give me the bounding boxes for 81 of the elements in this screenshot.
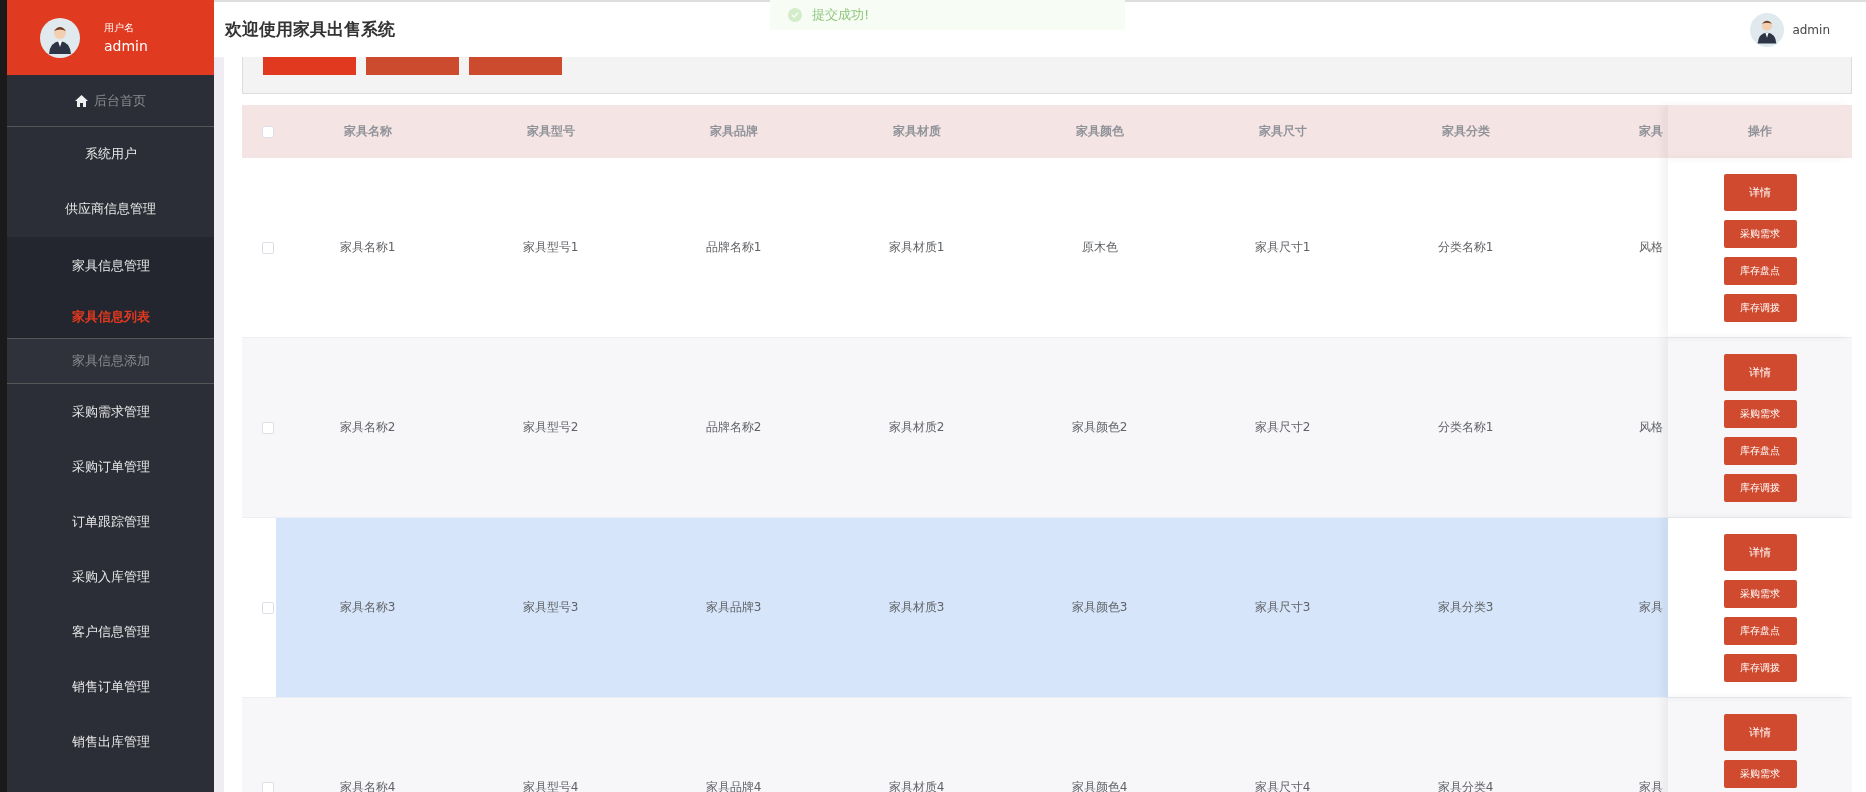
table-cell-text: 家具材质3 <box>887 599 946 616</box>
avatar-icon <box>40 17 80 58</box>
table-cell-text: 家具材质1 <box>887 239 946 256</box>
sidebar-item[interactable]: 订单跟踪管理 <box>7 494 214 549</box>
action-button[interactable]: 详情 <box>1723 534 1797 571</box>
table-cell-text: 家具颜色2 <box>1070 419 1129 436</box>
column-header: 家具颜色 <box>1074 123 1125 140</box>
table-cell-text: 家具材质2 <box>887 419 946 436</box>
column-header: 家具分类 <box>1440 123 1491 140</box>
row-checkbox[interactable] <box>262 241 274 254</box>
sidebar-item[interactable]: 采购订单管理 <box>7 439 214 494</box>
sidebar-item[interactable]: 供应商信息管理 <box>7 180 214 237</box>
toolbar-button[interactable] <box>263 57 356 75</box>
table-cell-text: 原木色 <box>1080 239 1119 256</box>
user-name[interactable]: admin <box>1792 22 1830 37</box>
column-header: 家具材质 <box>891 123 942 140</box>
table-cell-text: 家具名称2 <box>338 419 397 436</box>
column-header: 家具名称 <box>342 123 393 140</box>
table-cell-text: 品牌名称1 <box>704 239 763 256</box>
user-label: 用户名 <box>104 21 135 35</box>
toolbar-button[interactable] <box>366 57 459 75</box>
table-row[interactable]: 家具名称2 家具型号2 品牌名称2 家具材质2 家具颜色2 家具尺寸2 分类名称1 风格 详情 采购需求 库存盘点 库存调拨 <box>242 338 1852 518</box>
page-title: 欢迎使用家具出售系统 <box>225 18 395 41</box>
table-cell-text: 家具型号2 <box>521 419 580 436</box>
sidebar-item[interactable]: 销售出库管理 <box>7 714 214 769</box>
sidebar-item[interactable]: 家具信息管理 <box>7 237 214 295</box>
table-cell-text: 家具品牌3 <box>704 599 763 616</box>
table-cell-text: 风格 <box>1638 419 1664 436</box>
toast-message: 提交成功! <box>812 6 870 24</box>
success-icon <box>788 8 802 22</box>
table-cell-text: 品牌名称2 <box>704 419 763 436</box>
action-button[interactable]: 详情 <box>1723 714 1797 751</box>
action-button[interactable]: 库存盘点 <box>1723 437 1797 465</box>
table-cell-text: 家具分类3 <box>1436 599 1495 616</box>
action-button[interactable]: 采购需求 <box>1723 580 1797 608</box>
sidebar-item[interactable]: 客户信息管理 <box>7 604 214 659</box>
table-row[interactable]: 家具名称1 家具型号1 品牌名称1 家具材质1 原木色 家具尺寸1 分类名称1 风格 详情 采购需求 库存盘点 库存调拨 <box>242 158 1852 338</box>
column-header: 家具尺寸 <box>1257 123 1308 140</box>
sidebar-subitem[interactable]: 家具信息列表 <box>7 295 214 338</box>
action-button[interactable]: 详情 <box>1723 174 1797 211</box>
table-cell-text: 家具型号1 <box>521 239 580 256</box>
action-button[interactable]: 采购需求 <box>1723 220 1797 248</box>
sidebar-item[interactable]: 销售订单管理 <box>7 659 214 714</box>
sidebar-item[interactable]: 后台首页 <box>7 75 214 127</box>
column-header: 家具品牌 <box>708 123 759 140</box>
table-cell-text: 家具名称1 <box>338 239 397 256</box>
table-cell-text: 家具尺寸1 <box>1253 239 1312 256</box>
home-icon <box>75 94 88 107</box>
sidebar-item[interactable]: 系统用户 <box>7 127 214 180</box>
table-cell-text: 家具名称3 <box>338 599 397 616</box>
column-header: 家具型号 <box>525 123 576 140</box>
table-cell-text: 家具 <box>1638 599 1664 616</box>
sidebar-item[interactable]: 采购需求管理 <box>7 384 214 439</box>
column-header: 家具 <box>1638 123 1664 140</box>
row-checkbox[interactable] <box>262 601 274 614</box>
action-button[interactable]: 采购需求 <box>1723 400 1797 428</box>
action-button[interactable]: 库存盘点 <box>1723 617 1797 645</box>
table-cell-text: 家具尺寸2 <box>1253 419 1312 436</box>
table-cell-text: 家具颜色3 <box>1070 599 1129 616</box>
action-button[interactable]: 库存调拨 <box>1723 474 1797 502</box>
action-button[interactable]: 详情 <box>1723 354 1797 391</box>
sidebar-item-label: 后台首页 <box>94 91 146 110</box>
table-cell-text: 分类名称1 <box>1436 239 1495 256</box>
sidebar-item[interactable]: 采购入库管理 <box>7 549 214 604</box>
table-cell-text: 分类名称1 <box>1436 419 1495 436</box>
table-cell-text: 家具尺寸3 <box>1253 599 1312 616</box>
sidebar-subitem[interactable]: 家具信息添加 <box>7 338 214 384</box>
action-button[interactable]: 采购需求 <box>1723 760 1797 788</box>
avatar-icon <box>1750 12 1785 47</box>
column-header: 操作 <box>1668 105 1852 158</box>
row-checkbox[interactable] <box>262 781 274 792</box>
table-row[interactable]: 家具名称3 家具型号3 家具品牌3 家具材质3 家具颜色3 家具尺寸3 家具分类3 家具 详情 采购需求 库存盘点 库存调拨 <box>242 518 1852 698</box>
action-button[interactable]: 库存调拨 <box>1723 654 1797 682</box>
row-checkbox[interactable] <box>262 421 274 434</box>
table-cell-text: 家具型号3 <box>521 599 580 616</box>
toolbar-button[interactable] <box>469 57 562 75</box>
action-button[interactable]: 库存盘点 <box>1723 257 1797 285</box>
select-all-checkbox[interactable] <box>262 125 274 138</box>
user-name: admin <box>104 38 148 54</box>
table-cell-text: 风格 <box>1638 239 1664 256</box>
action-button[interactable]: 库存调拨 <box>1723 294 1797 322</box>
